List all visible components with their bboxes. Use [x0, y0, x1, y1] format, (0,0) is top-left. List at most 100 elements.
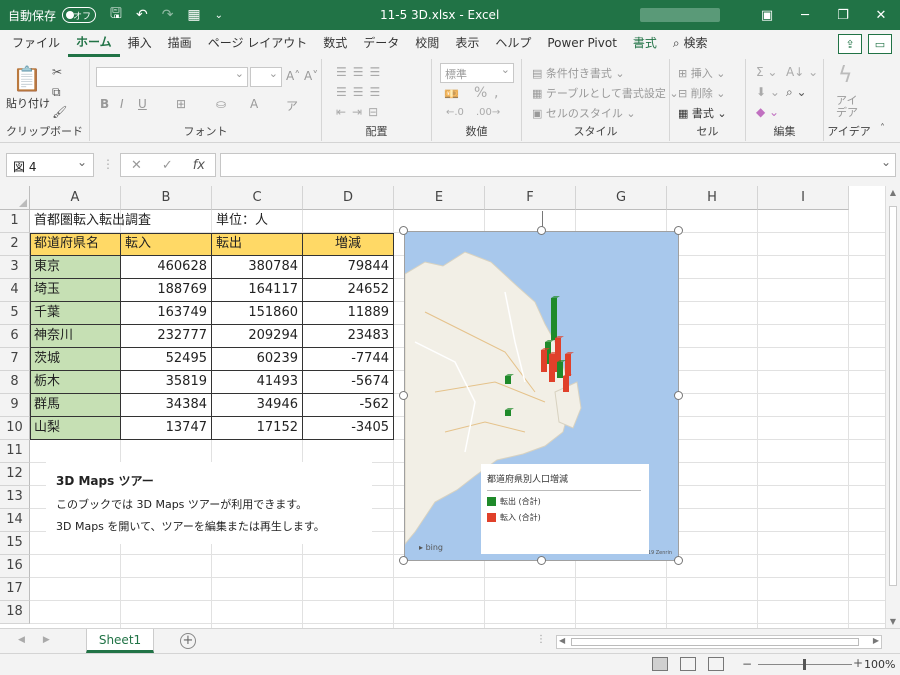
font-size-select[interactable]: [250, 67, 282, 87]
enter-icon[interactable]: ✓: [162, 158, 173, 173]
cell-c1-unit[interactable]: 単位：人: [212, 210, 303, 233]
row-header-13[interactable]: 13: [0, 486, 30, 509]
tab-page-layout[interactable]: ページ レイアウト: [200, 30, 316, 57]
copy-icon[interactable]: ⧉: [52, 85, 61, 100]
data-cell-r3-c0[interactable]: 東京: [30, 256, 121, 279]
insert-cells-button[interactable]: ⊞ 挿入 ⌄: [678, 65, 725, 81]
tab-file[interactable]: ファイル: [4, 30, 68, 57]
resize-handle[interactable]: [674, 556, 683, 565]
data-cell-r7-c0[interactable]: 茨城: [30, 348, 121, 371]
row-header-18[interactable]: 18: [0, 601, 30, 624]
normal-view-icon[interactable]: [652, 657, 668, 671]
vertical-scroll-thumb[interactable]: [889, 206, 897, 586]
save-icon[interactable]: 🖫: [110, 3, 122, 27]
row-header-5[interactable]: 5: [0, 302, 30, 325]
close-button[interactable]: ✕: [862, 0, 900, 30]
delete-cells-button[interactable]: ⊟ 削除 ⌄: [678, 85, 725, 101]
sheet-tab-sheet1[interactable]: Sheet1: [86, 629, 154, 653]
zoom-out-icon[interactable]: −: [742, 657, 752, 671]
phonetic-icon[interactable]: ア: [286, 97, 298, 114]
data-cell-r3-c3[interactable]: 79844: [303, 256, 394, 279]
tab-view[interactable]: 表示: [447, 30, 487, 57]
data-cell-r10-c3[interactable]: -3405: [303, 417, 394, 440]
scroll-down-icon[interactable]: ▼: [886, 617, 900, 626]
account-name[interactable]: [640, 8, 720, 22]
row-header-16[interactable]: 16: [0, 555, 30, 578]
data-cell-r9-c1[interactable]: 34384: [121, 394, 212, 417]
comma-icon[interactable]: ,: [494, 85, 498, 101]
column-header-h[interactable]: H: [667, 186, 758, 210]
currency-icon[interactable]: 💴: [444, 87, 459, 101]
tab-home[interactable]: ホーム: [68, 30, 120, 57]
data-cell-r5-c0[interactable]: 千葉: [30, 302, 121, 325]
row-header-6[interactable]: 6: [0, 325, 30, 348]
data-cell-r8-c2[interactable]: 41493: [212, 371, 303, 394]
zoom-level[interactable]: 100%: [864, 658, 895, 671]
row-header-10[interactable]: 10: [0, 417, 30, 440]
map-chart-image[interactable]: ▸ bing © 2019 HERE © 2019 Zenrin 都道府県別人口…: [404, 231, 679, 561]
autosave-toggle[interactable]: 自動保存 オフ: [8, 7, 97, 24]
ideas-icon[interactable]: ϟ: [838, 63, 853, 88]
percent-icon[interactable]: %: [474, 85, 487, 101]
data-cell-r7-c3[interactable]: -7744: [303, 348, 394, 371]
data-cell-r10-c2[interactable]: 17152: [212, 417, 303, 440]
row-header-3[interactable]: 3: [0, 256, 30, 279]
scroll-left-icon[interactable]: ◀: [559, 636, 565, 645]
ribbon-display-icon[interactable]: ▣: [748, 0, 786, 30]
header-cell-0[interactable]: 都道府県名: [30, 233, 121, 256]
cut-icon[interactable]: ✂: [52, 65, 62, 79]
vertical-scrollbar[interactable]: ▲ ▼: [885, 186, 900, 628]
row-header-8[interactable]: 8: [0, 371, 30, 394]
data-cell-r8-c1[interactable]: 35819: [121, 371, 212, 394]
data-cell-r5-c3[interactable]: 11889: [303, 302, 394, 325]
tab-split-handle[interactable]: ⋮: [536, 634, 546, 645]
column-header-i[interactable]: I: [758, 186, 849, 210]
decrease-decimal-icon[interactable]: .00→: [476, 107, 500, 118]
autosum-icon[interactable]: Σ ⌄: [756, 65, 777, 79]
redo-icon[interactable]: ↷: [162, 7, 174, 23]
row-header-15[interactable]: 15: [0, 532, 30, 555]
data-cell-r10-c1[interactable]: 13747: [121, 417, 212, 440]
find-select-icon[interactable]: ⌕ ⌄: [786, 85, 807, 100]
maximize-button[interactable]: ❐: [824, 0, 862, 30]
paste-icon[interactable]: 📋: [12, 65, 42, 93]
cell-styles-button[interactable]: ▣ セルのスタイル ⌄: [532, 105, 636, 121]
horizontal-align-icons[interactable]: ☰☰☰: [336, 85, 386, 99]
collapse-ribbon-icon[interactable]: ˄: [880, 123, 885, 134]
data-cell-r6-c3[interactable]: 23483: [303, 325, 394, 348]
tab-search[interactable]: ⌕ 検索: [665, 30, 716, 57]
share-icon[interactable]: ⇪: [838, 34, 862, 54]
header-cell-1[interactable]: 転入: [121, 233, 212, 256]
indent-icons[interactable]: ⇤⇥⊟: [336, 105, 384, 119]
clear-icon[interactable]: ◆ ⌄: [756, 105, 779, 119]
page-layout-view-icon[interactable]: [680, 657, 696, 671]
data-cell-r4-c3[interactable]: 24652: [303, 279, 394, 302]
row-header-2[interactable]: 2: [0, 233, 30, 256]
data-cell-r10-c0[interactable]: 山梨: [30, 417, 121, 440]
column-header-d[interactable]: D: [303, 186, 394, 210]
font-color-icon[interactable]: A: [250, 97, 258, 111]
resize-handle[interactable]: [536, 556, 546, 565]
quick-access-icon[interactable]: ▦: [187, 7, 200, 23]
scroll-up-icon[interactable]: ▲: [886, 188, 900, 197]
data-cell-r9-c0[interactable]: 群馬: [30, 394, 121, 417]
zoom-slider-thumb[interactable]: [803, 659, 806, 670]
data-cell-r4-c2[interactable]: 164117: [212, 279, 303, 302]
header-cell-2[interactable]: 転出: [212, 233, 303, 256]
tab-review[interactable]: 校閲: [407, 30, 447, 57]
shrink-font-icon[interactable]: A˅: [304, 69, 318, 83]
fill-icon[interactable]: ⬇ ⌄: [756, 85, 780, 99]
tab-insert[interactable]: 挿入: [120, 30, 160, 57]
horizontal-scrollbar[interactable]: ◀ ▶: [556, 635, 882, 649]
number-format-select[interactable]: 標準: [440, 63, 514, 83]
tab-help[interactable]: ヘルプ: [487, 30, 539, 57]
resize-handle[interactable]: [399, 226, 408, 235]
paste-button[interactable]: 貼り付け: [6, 95, 50, 111]
data-cell-r6-c1[interactable]: 232777: [121, 325, 212, 348]
comments-icon[interactable]: ▭: [868, 34, 892, 54]
customize-qat-icon[interactable]: ⌄: [215, 10, 223, 21]
data-cell-r6-c2[interactable]: 209294: [212, 325, 303, 348]
page-break-view-icon[interactable]: [708, 657, 724, 671]
tab-format[interactable]: 書式: [625, 30, 665, 57]
tab-data[interactable]: データ: [355, 30, 407, 57]
